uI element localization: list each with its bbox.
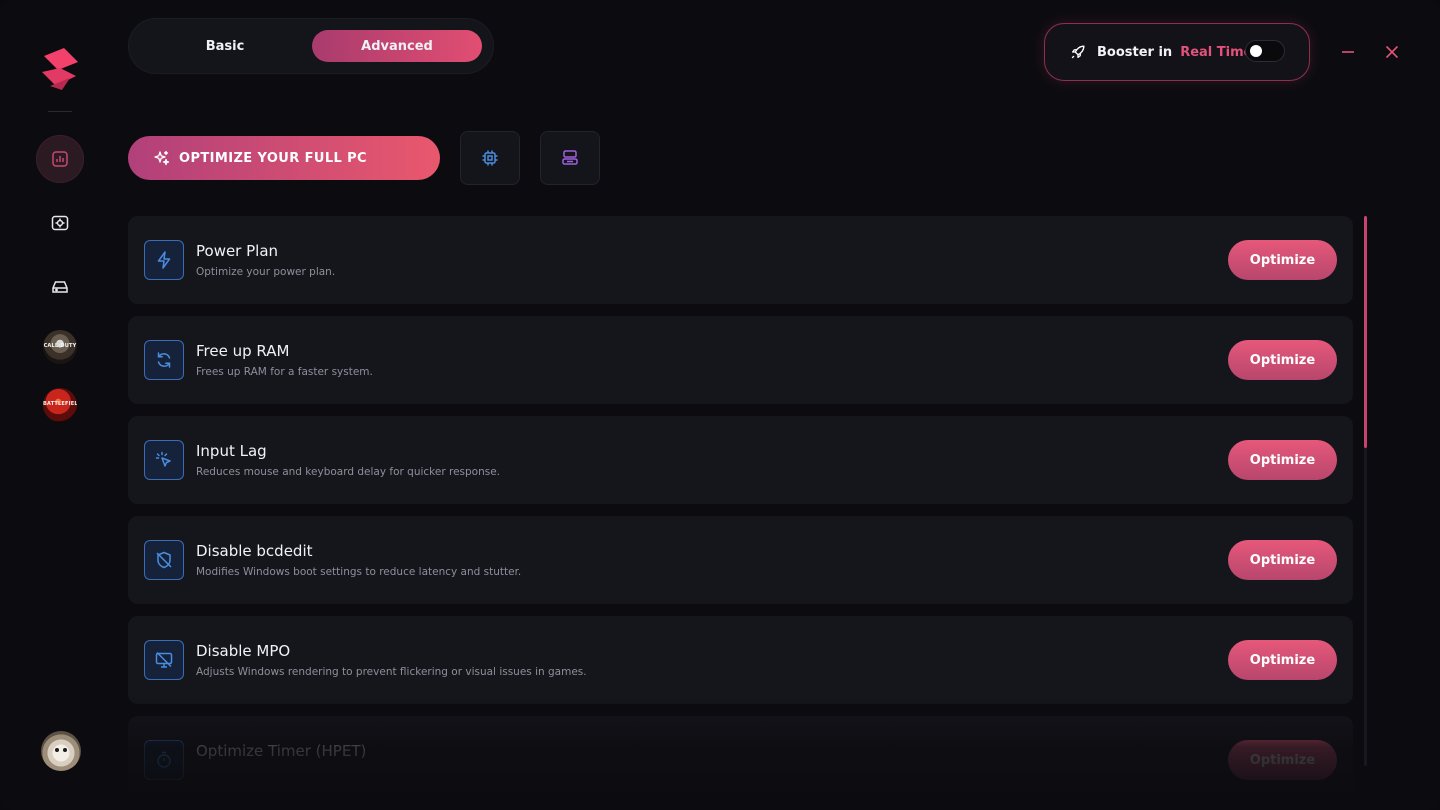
cursor-click-icon xyxy=(155,451,171,467)
game-battlefield[interactable]: BATTLEFIELD xyxy=(43,388,77,422)
toggle-knob xyxy=(1250,45,1262,57)
cpu-icon xyxy=(482,150,498,166)
optimize-button[interactable]: Optimize xyxy=(1228,540,1337,580)
ico-box xyxy=(144,640,184,680)
game-call-of-duty[interactable]: CALL·DUTY xyxy=(43,330,77,364)
app-window: CALL·DUTY BATTLEFIELD Basic Advanced Boo… xyxy=(0,0,1440,810)
close-icon xyxy=(1385,45,1399,59)
sidebar-item-storage[interactable] xyxy=(36,263,84,311)
item-title: Optimize Timer (HPET) xyxy=(196,742,367,760)
refresh-icon xyxy=(157,352,171,368)
sidebar: CALL·DUTY BATTLEFIELD xyxy=(0,0,120,810)
booster-toggle[interactable] xyxy=(1245,40,1285,62)
game-label: BATTLEFIELD xyxy=(43,401,77,407)
app-logo-icon xyxy=(42,48,78,90)
optimize-button[interactable]: Optimize xyxy=(1228,740,1337,780)
item-description: Optimize your power plan. xyxy=(196,266,336,278)
optimize-button[interactable]: Optimize xyxy=(1228,340,1337,380)
list-item-free-ram: Free up RAM Frees up RAM for a faster sy… xyxy=(128,316,1353,404)
optimize-button[interactable]: Optimize xyxy=(1228,640,1337,680)
mode-switch: Basic Advanced xyxy=(128,18,494,74)
gpu-icon xyxy=(562,150,578,165)
sidebar-item-dashboard[interactable] xyxy=(36,135,84,183)
item-title: Free up RAM xyxy=(196,342,290,360)
cpu-button[interactable] xyxy=(460,131,520,185)
timer-icon xyxy=(157,751,171,768)
item-description: Adjusts Windows rendering to prevent fli… xyxy=(196,666,587,678)
optimize-button[interactable]: Optimize xyxy=(1228,240,1337,280)
ico-box xyxy=(144,740,184,780)
minimize-icon xyxy=(1342,51,1354,53)
optimize-button[interactable]: Optimize xyxy=(1228,440,1337,480)
scrollbar-thumb[interactable] xyxy=(1364,216,1367,448)
ico-box xyxy=(144,340,184,380)
monitor-off-icon xyxy=(155,651,173,668)
ico-box xyxy=(144,240,184,280)
optimize-full-pc-button[interactable]: OPTIMIZE YOUR FULL PC xyxy=(128,136,440,180)
tab-basic[interactable]: Basic xyxy=(140,30,310,62)
item-title: Disable MPO xyxy=(196,642,291,660)
drive-icon xyxy=(52,281,68,293)
lightning-icon xyxy=(157,251,171,269)
sidebar-item-settings[interactable] xyxy=(36,199,84,247)
minimize-button[interactable] xyxy=(1334,38,1362,66)
item-title: Power Plan xyxy=(196,242,279,260)
booster-accent-label: Real Time xyxy=(1180,44,1253,60)
rocket-icon xyxy=(1071,45,1085,59)
close-button[interactable] xyxy=(1378,38,1406,66)
chart-icon xyxy=(52,151,68,167)
ico-box xyxy=(144,540,184,580)
item-description: Frees up RAM for a faster system. xyxy=(196,366,373,378)
item-description: Reduces mouse and keyboard delay for qui… xyxy=(196,466,501,478)
optimization-list: Power Plan Optimize your power plan. Opt… xyxy=(128,216,1353,810)
game-label: CALL·DUTY xyxy=(43,343,77,349)
item-title: Disable bcdedit xyxy=(196,542,313,560)
list-item-disable-mpo: Disable MPO Adjusts Windows rendering to… xyxy=(128,616,1353,704)
list-item-optimize-timer: Optimize Timer (HPET) Optimize xyxy=(128,716,1353,804)
tab-advanced[interactable]: Advanced xyxy=(312,30,482,62)
item-title: Input Lag xyxy=(196,442,267,460)
sparkles-icon xyxy=(154,150,170,166)
booster-label: Booster in xyxy=(1097,44,1173,60)
user-avatar[interactable] xyxy=(41,731,81,771)
list-item-input-lag: Input Lag Reduces mouse and keyboard del… xyxy=(128,416,1353,504)
booster-panel: Booster in Real Time xyxy=(1044,23,1310,81)
list-item-disable-bcdedit: Disable bcdedit Modifies Windows boot se… xyxy=(128,516,1353,604)
gpu-button[interactable] xyxy=(540,131,600,185)
sidebar-divider xyxy=(48,111,72,112)
list-item-power-plan: Power Plan Optimize your power plan. Opt… xyxy=(128,216,1353,304)
ico-box xyxy=(144,440,184,480)
gear-box-icon xyxy=(51,215,69,231)
shield-off-icon xyxy=(156,551,172,569)
optimize-full-pc-label: OPTIMIZE YOUR FULL PC xyxy=(179,150,367,166)
item-description: Modifies Windows boot settings to reduce… xyxy=(196,566,522,578)
